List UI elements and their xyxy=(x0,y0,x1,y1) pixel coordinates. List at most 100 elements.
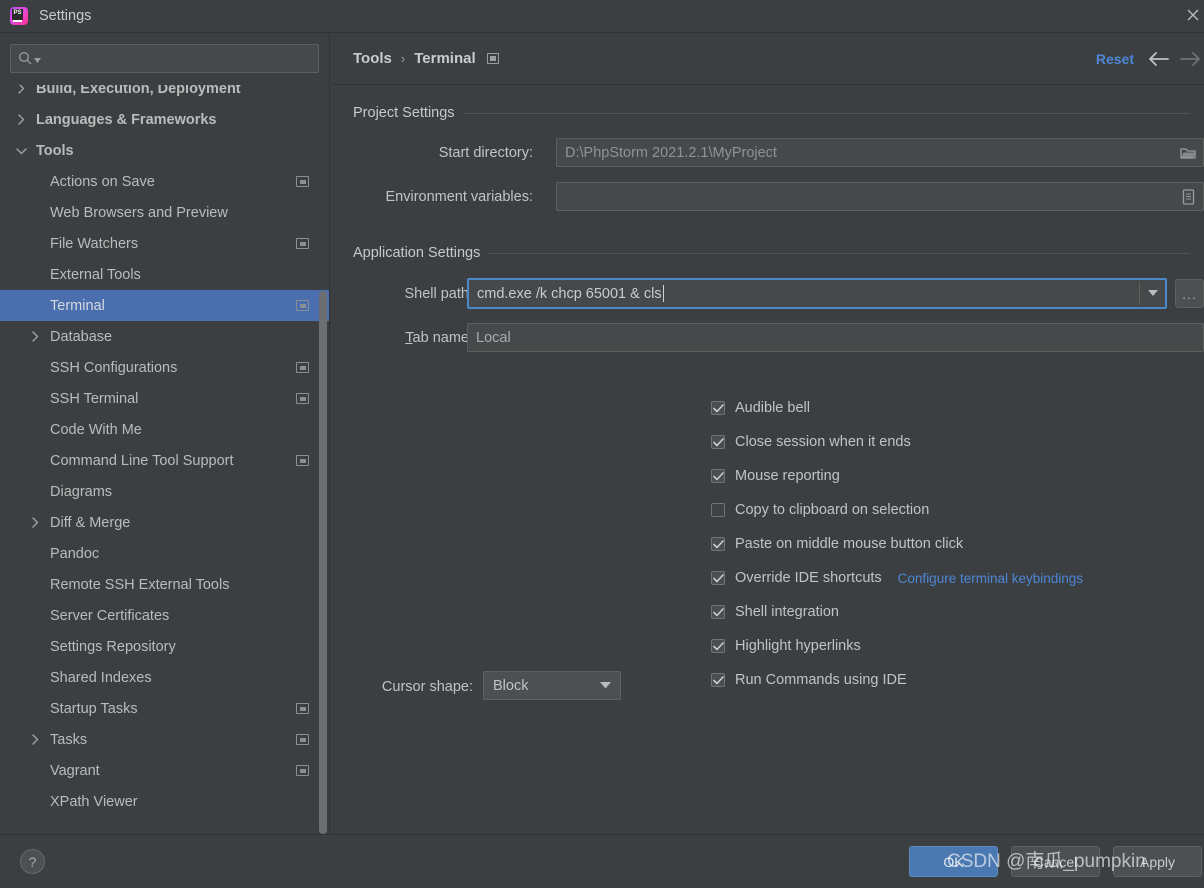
checkbox-row-mouse-reporting[interactable]: Mouse reporting xyxy=(711,468,840,484)
environment-variables-input[interactable] xyxy=(556,182,1204,211)
chevron-right-icon[interactable] xyxy=(28,330,42,344)
search-input[interactable] xyxy=(45,50,311,67)
sidebar-item-external-tools[interactable]: External Tools xyxy=(0,259,329,290)
checkbox-row-close-session-when-it-ends[interactable]: Close session when it ends xyxy=(711,434,911,450)
breadcrumb-root[interactable]: Tools xyxy=(353,50,392,67)
help-button[interactable]: ? xyxy=(20,849,45,874)
checkbox-label: Paste on middle mouse button click xyxy=(735,536,964,552)
start-directory-label: Start directory: xyxy=(438,145,533,161)
checkbox-row-shell-integration[interactable]: Shell integration xyxy=(711,604,839,620)
breadcrumb-separator: › xyxy=(400,51,406,66)
sidebar-item-vagrant[interactable]: Vagrant xyxy=(0,755,329,786)
checkbox-label: Run Commands using IDE xyxy=(735,672,907,688)
checkbox-icon[interactable] xyxy=(711,537,725,551)
checkbox-row-highlight-hyperlinks[interactable]: Highlight hyperlinks xyxy=(711,638,861,654)
tab-name-label-rest: ab name: xyxy=(412,330,473,346)
cursor-shape-select[interactable]: Block xyxy=(483,671,621,700)
checkbox-icon[interactable] xyxy=(711,503,725,517)
shell-path-value: cmd.exe /k chcp 65001 & cls xyxy=(477,285,662,302)
checkbox-icon[interactable] xyxy=(711,605,725,619)
chevron-down-icon[interactable] xyxy=(1139,282,1165,305)
apply-button[interactable]: Apply xyxy=(1113,846,1202,877)
checkbox-row-audible-bell[interactable]: Audible bell xyxy=(711,400,810,416)
sidebar-item-label: Server Certificates xyxy=(50,607,170,624)
arrow-right-icon[interactable] xyxy=(1180,51,1202,67)
checkbox-row-override-ide-shortcuts[interactable]: Override IDE shortcuts Configure terminal… xyxy=(711,570,1083,586)
arrow-left-icon[interactable] xyxy=(1147,51,1169,67)
sidebar-item-label: Terminal xyxy=(50,297,105,314)
sidebar-item-xpath-viewer[interactable]: XPath Viewer xyxy=(0,786,329,817)
project-scope-badge-icon xyxy=(296,455,309,466)
checkbox-icon[interactable] xyxy=(711,435,725,449)
sidebar-item-actions-on-save[interactable]: Actions on Save xyxy=(0,166,329,197)
checkbox-icon[interactable] xyxy=(711,401,725,415)
sidebar-item-code-with-me[interactable]: Code With Me xyxy=(0,414,329,445)
sidebar-item-label: Tools xyxy=(36,142,74,159)
checkbox-icon[interactable] xyxy=(711,673,725,687)
chevron-right-icon[interactable] xyxy=(14,113,28,127)
sidebar-item-shared-indexes[interactable]: Shared Indexes xyxy=(0,662,329,693)
sidebar-scrollbar[interactable] xyxy=(319,291,327,834)
sidebar-item-file-watchers[interactable]: File Watchers xyxy=(0,228,329,259)
sidebar-item-remote-ssh-external-tools[interactable]: Remote SSH External Tools xyxy=(0,569,329,600)
start-directory-input[interactable]: D:\PhpStorm 2021.2.1\MyProject xyxy=(556,138,1204,167)
tab-name-input[interactable]: Local xyxy=(467,323,1204,352)
sidebar-item-label: Pandoc xyxy=(50,545,100,562)
chevron-down-icon xyxy=(34,58,41,63)
sidebar-item-label: XPath Viewer xyxy=(50,793,138,810)
window-title: Settings xyxy=(39,8,92,24)
chevron-right-icon[interactable] xyxy=(28,516,42,530)
start-directory-value: D:\PhpStorm 2021.2.1\MyProject xyxy=(565,144,777,161)
sidebar-item-startup-tasks[interactable]: Startup Tasks xyxy=(0,693,329,724)
chevron-right-icon[interactable] xyxy=(28,733,42,747)
sidebar-item-web-browsers-and-preview[interactable]: Web Browsers and Preview xyxy=(0,197,329,228)
sidebar-item-languages-frameworks[interactable]: Languages & Frameworks xyxy=(0,104,329,135)
sidebar-item-ssh-configurations[interactable]: SSH Configurations xyxy=(0,352,329,383)
chevron-down-icon xyxy=(600,682,611,689)
checkbox-label: Shell integration xyxy=(735,604,839,620)
checkbox-icon[interactable] xyxy=(711,639,725,653)
search-box[interactable] xyxy=(10,44,319,73)
sidebar-item-diff-merge[interactable]: Diff & Merge xyxy=(0,507,329,538)
checkbox-icon[interactable] xyxy=(711,571,725,585)
folder-icon[interactable] xyxy=(1173,139,1203,166)
settings-tree-rows: Build, Execution, Deployment Languages & … xyxy=(0,85,329,817)
sidebar-item-label: SSH Configurations xyxy=(50,359,178,376)
checkbox-row-run-commands-using-ide[interactable]: Run Commands using IDE xyxy=(711,672,907,688)
sidebar-item-settings-repository[interactable]: Settings Repository xyxy=(0,631,329,662)
project-scope-badge-icon xyxy=(296,393,309,404)
sidebar-item-terminal[interactable]: Terminal xyxy=(0,290,329,321)
reset-link[interactable]: Reset xyxy=(1096,51,1134,67)
tab-name-value: Local xyxy=(476,329,511,346)
project-settings-section-header: Project Settings xyxy=(353,105,1204,121)
text-caret xyxy=(662,285,664,302)
tab-name-label: Tab name: xyxy=(353,330,473,346)
chevron-right-icon[interactable] xyxy=(14,85,28,96)
sidebar-item-pandoc[interactable]: Pandoc xyxy=(0,538,329,569)
project-scope-badge-icon xyxy=(296,238,309,249)
configure-terminal-keybindings-link[interactable]: Configure terminal keybindings xyxy=(898,571,1083,586)
shell-path-browse-button[interactable]: ... xyxy=(1175,279,1204,308)
checkbox-icon[interactable] xyxy=(711,469,725,483)
checkbox-row-copy-to-clipboard-on-selection[interactable]: Copy to clipboard on selection xyxy=(711,502,929,518)
checkbox-row-paste-on-middle-mouse-button-click[interactable]: Paste on middle mouse button click xyxy=(711,536,963,552)
logo-text: PS xyxy=(12,9,23,20)
section-divider xyxy=(488,252,1190,254)
sidebar-item-ssh-terminal[interactable]: SSH Terminal xyxy=(0,383,329,414)
settings-tree[interactable]: Build, Execution, Deployment Languages & … xyxy=(0,85,329,834)
sidebar-item-build-execution-deployment[interactable]: Build, Execution, Deployment xyxy=(0,85,329,104)
sidebar-item-tools[interactable]: Tools xyxy=(0,135,329,166)
sidebar-item-database[interactable]: Database xyxy=(0,321,329,352)
sidebar-item-tasks[interactable]: Tasks xyxy=(0,724,329,755)
close-icon[interactable] xyxy=(1180,2,1204,28)
chevron-down-icon[interactable] xyxy=(14,144,28,158)
cancel-button[interactable]: Cancel xyxy=(1011,846,1100,877)
sidebar-item-command-line-tool-support[interactable]: Command Line Tool Support xyxy=(0,445,329,476)
logo-underbar xyxy=(13,20,22,22)
shell-path-input[interactable]: cmd.exe /k chcp 65001 & cls xyxy=(467,278,1167,309)
ok-button[interactable]: OK xyxy=(909,846,998,877)
breadcrumb-leaf: Terminal xyxy=(414,50,476,67)
list-document-icon[interactable] xyxy=(1173,183,1203,210)
sidebar-item-diagrams[interactable]: Diagrams xyxy=(0,476,329,507)
sidebar-item-server-certificates[interactable]: Server Certificates xyxy=(0,600,329,631)
